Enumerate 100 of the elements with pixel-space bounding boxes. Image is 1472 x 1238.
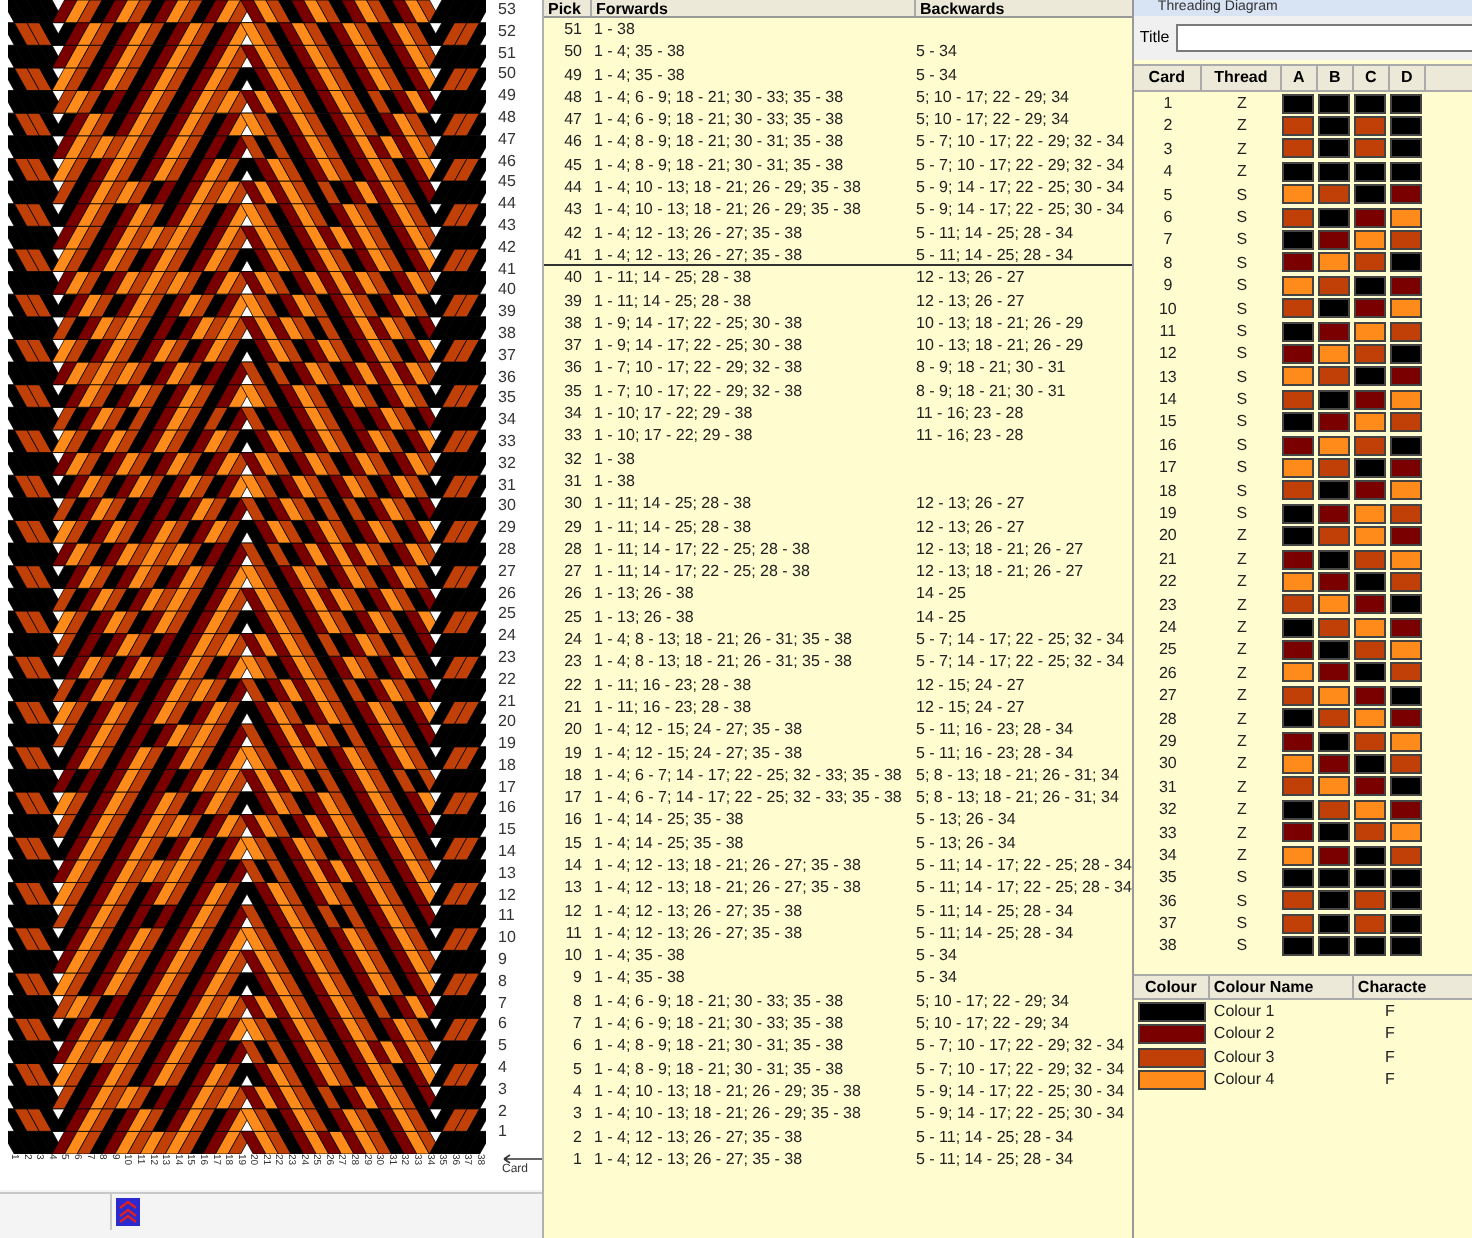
card-number: 26 xyxy=(1156,661,1179,685)
column-header: Colour xyxy=(1133,975,1210,998)
forwards-cell-text: 1 - 4; 8 - 13; 18 - 21; 26 - 31; 35 - 38 xyxy=(592,628,854,649)
row-number: 36 xyxy=(498,367,516,389)
row-number: 48 xyxy=(498,107,516,130)
row-number: 46 xyxy=(498,151,516,173)
pick-number: 9 xyxy=(571,966,584,988)
forwards-cell-text: 1 - 4; 12 - 15; 24 - 27; 35 - 38 xyxy=(592,741,805,762)
thread-direction: S xyxy=(1234,388,1250,411)
forwards-cell-text: 1 - 4; 12 - 13; 26 - 27; 35 - 38 xyxy=(592,899,805,920)
pick-number: 14 xyxy=(562,853,584,875)
forwards-cell-text: 1 - 4; 8 - 13; 18 - 21; 26 - 31; 35 - 38 xyxy=(592,650,854,672)
row-number: 5 xyxy=(498,1036,509,1059)
pick-number: 37 xyxy=(562,334,584,355)
row-number: 1 xyxy=(498,1122,509,1145)
row-number: 42 xyxy=(498,237,516,260)
title-field[interactable] xyxy=(1175,24,1472,52)
forwards-cell-text: 1 - 4; 12 - 13; 26 - 27; 35 - 38 xyxy=(592,243,805,265)
row-number: 29 xyxy=(498,518,516,540)
backwards-cell: 12 - 13; 18 - 21; 26 - 27 xyxy=(916,537,1084,559)
forwards-cell-text: 1 - 11; 14 - 25; 28 - 38 xyxy=(592,492,754,514)
backwards-cell: 5 - 11; 16 - 23; 28 - 34 xyxy=(916,741,1074,762)
pick-number: 24 xyxy=(562,628,584,649)
backwards-cell: 12 - 13; 26 - 27 xyxy=(916,515,1025,536)
forwards-cell-text: 1 - 11; 16 - 23; 28 - 38 xyxy=(592,695,754,717)
backwards-cell: 12 - 13; 26 - 27 xyxy=(916,266,1025,288)
row-number: 14 xyxy=(498,842,516,864)
backwards-cell: 10 - 13; 18 - 21; 26 - 29 xyxy=(916,311,1084,333)
thread-direction: S xyxy=(1234,183,1250,206)
pick-number: 4 xyxy=(571,1079,584,1101)
pick-number: 47 xyxy=(562,108,584,129)
row-number: 50 xyxy=(498,64,516,87)
backwards-cell: 5 - 9; 14 - 17; 22 - 25; 30 - 34 xyxy=(916,176,1125,197)
forwards-cell-text: 1 - 4; 14 - 25; 35 - 38 xyxy=(592,808,746,830)
pick-number: 15 xyxy=(562,831,584,852)
thread-direction: S xyxy=(1234,934,1250,958)
row-number: 9 xyxy=(498,950,509,972)
thread-direction: S xyxy=(1234,912,1250,935)
pick-number: 28 xyxy=(562,537,584,559)
backwards-cell: 5 - 7; 10 - 17; 22 - 29; 32 - 34 xyxy=(916,1034,1125,1056)
pick-number: 5 xyxy=(571,1057,584,1078)
forwards-cell-text: 1 - 4; 6 - 7; 14 - 17; 22 - 25; 32 - 33; 35 - 38 xyxy=(592,786,904,807)
forwards-cell-text: 1 - 4; 12 - 13; 26 - 27; 35 - 38 xyxy=(592,1147,805,1169)
row-number: 39 xyxy=(498,302,516,324)
colour-name: Colour 3 xyxy=(1211,1045,1277,1070)
card-number: 13 xyxy=(1156,365,1179,389)
pick-number: 21 xyxy=(562,695,584,717)
thread-direction: Z xyxy=(1234,570,1249,594)
thread-direction: S xyxy=(1234,342,1250,366)
pick-number: 33 xyxy=(562,424,584,446)
thread-direction: Z xyxy=(1234,160,1249,184)
row-number: 28 xyxy=(498,539,516,562)
pick-number: 50 xyxy=(562,40,584,62)
pick-number: 38 xyxy=(562,311,584,333)
backwards-cell: 5 - 11; 14 - 25; 28 - 34 xyxy=(916,1125,1074,1146)
pick-number: 10 xyxy=(562,944,584,965)
card-number: 29 xyxy=(1156,729,1179,753)
card-number: 28 xyxy=(1156,707,1179,730)
thread-direction: Z xyxy=(1234,638,1249,662)
pick-number: 36 xyxy=(562,356,584,378)
character-cell-text: F xyxy=(1382,1045,1397,1070)
row-number: 34 xyxy=(498,410,516,432)
card-number: 34 xyxy=(1156,843,1179,867)
pick-number: 34 xyxy=(562,402,584,423)
forwards-cell-text: 1 - 4; 6 - 9; 18 - 21; 30 - 33; 35 - 38 xyxy=(592,85,846,107)
colour-name: Colour 1 xyxy=(1211,999,1277,1024)
column-header: Card xyxy=(1133,66,1202,90)
pick-number: 6 xyxy=(571,1034,584,1056)
thread-direction: S xyxy=(1234,433,1250,457)
thread-direction: Z xyxy=(1234,775,1249,799)
pick-number: 20 xyxy=(562,718,584,739)
card-number: 1 xyxy=(1161,92,1175,115)
forwards-cell-text: 1 - 4; 8 - 9; 18 - 21; 30 - 31; 35 - 38 xyxy=(592,1057,846,1078)
backwards-cell: 5 - 34 xyxy=(916,966,957,988)
title-label: Title xyxy=(1139,26,1170,50)
column-header: D xyxy=(1389,66,1426,90)
row-number: 31 xyxy=(498,475,516,497)
pick-number: 31 xyxy=(562,469,584,491)
forwards-cell-text: 1 - 13; 26 - 38 xyxy=(592,605,696,627)
backwards-cell: 5 - 34 xyxy=(916,944,957,965)
card-number: 17 xyxy=(1156,456,1179,480)
backwards-cell: 5; 8 - 13; 18 - 21; 26 - 31; 34 xyxy=(916,786,1119,807)
forwards-cell-text: 1 - 4; 12 - 13; 18 - 21; 26 - 27; 35 - 38 xyxy=(592,853,863,875)
forwards-cell-text: 1 - 38 xyxy=(592,447,637,468)
forwards-cell-text: 1 - 11; 14 - 25; 28 - 38 xyxy=(592,266,754,288)
forwards-cell-text: 1 - 4; 10 - 13; 18 - 21; 26 - 29; 35 - 38 xyxy=(592,198,863,220)
forwards-cell-text: 1 - 4; 10 - 13; 18 - 21; 26 - 29; 35 - 38 xyxy=(592,1079,863,1101)
card-number: 31 xyxy=(1156,775,1179,799)
pick-number: 1 xyxy=(571,1147,584,1169)
row-number: 16 xyxy=(498,798,516,821)
forwards-cell-text: 1 - 4; 35 - 38 xyxy=(592,63,687,84)
backwards-cell: 5 - 13; 26 - 34 xyxy=(916,808,1016,830)
column-header: Thread xyxy=(1201,66,1282,90)
thread-direction: S xyxy=(1234,365,1250,389)
card-number: 16 xyxy=(1156,433,1179,457)
card-number: 36 xyxy=(1156,889,1179,913)
forwards-cell-text: 1 - 11; 16 - 23; 28 - 38 xyxy=(592,673,754,694)
thread-direction: Z xyxy=(1234,615,1249,639)
backwards-cell: 12 - 13; 18 - 21; 26 - 27 xyxy=(916,560,1084,581)
column-header: A xyxy=(1281,66,1318,90)
